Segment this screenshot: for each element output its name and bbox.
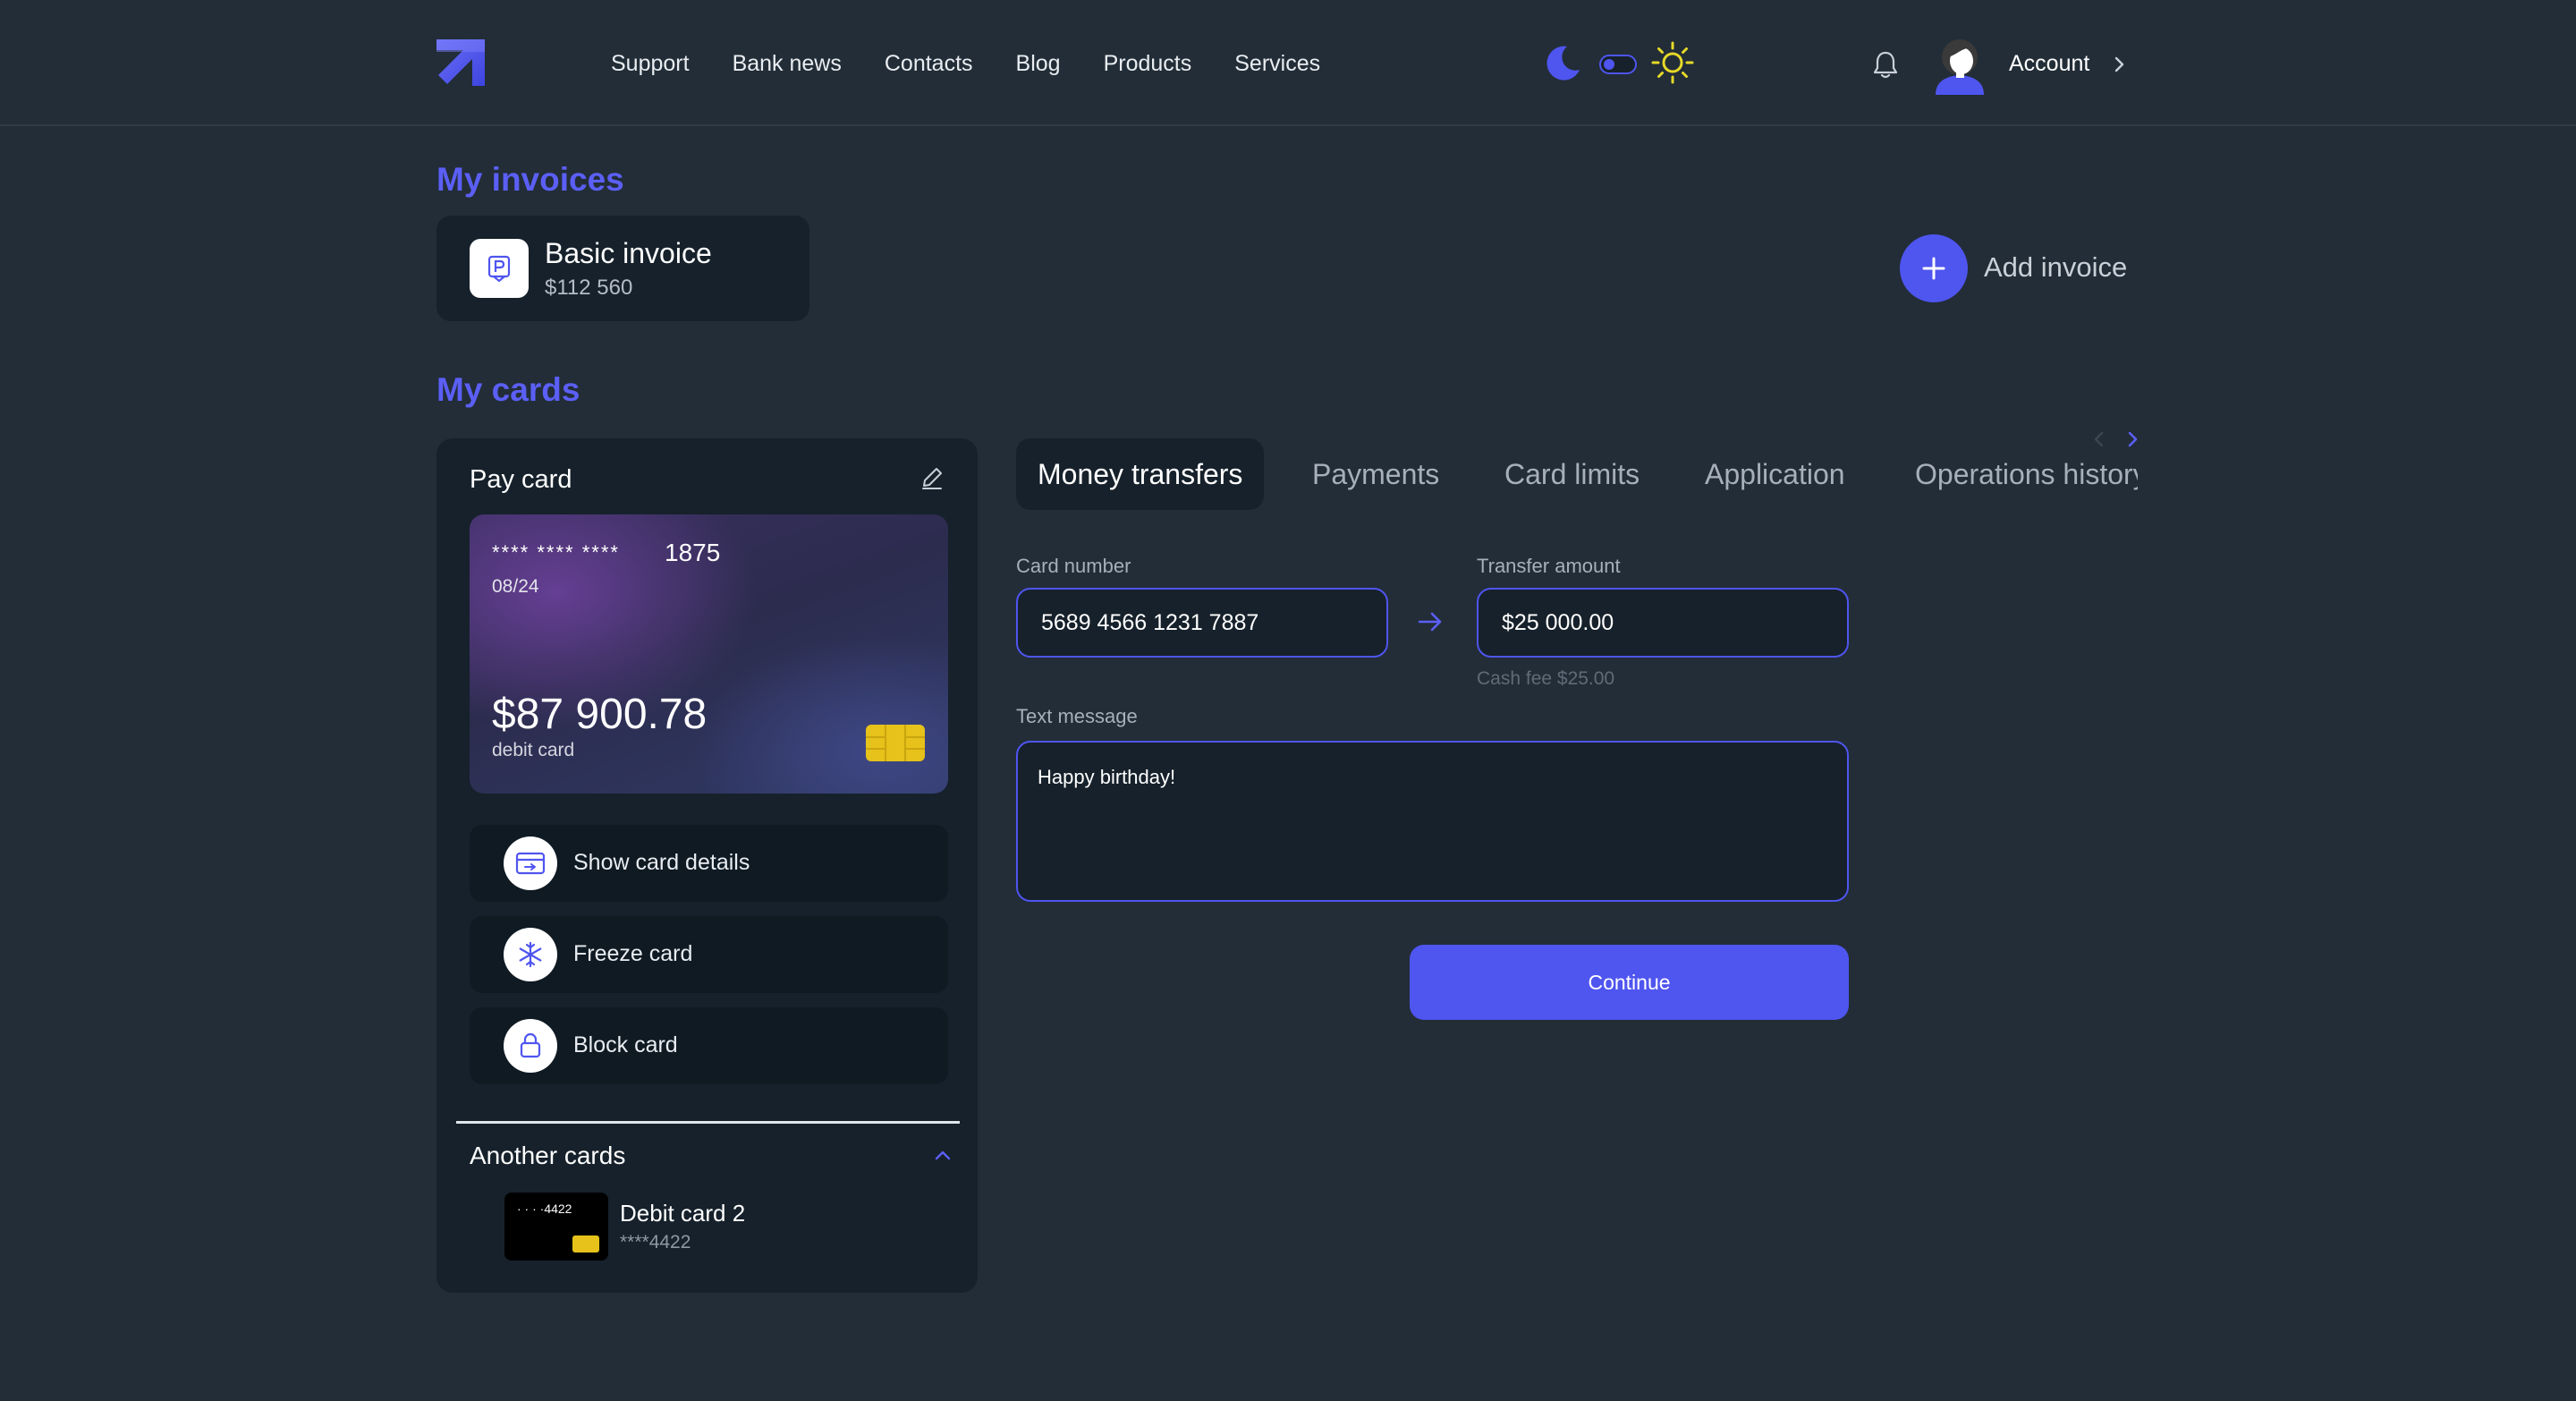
card-chip-icon: [866, 725, 925, 761]
nav-bank-news[interactable]: Bank news: [733, 48, 842, 79]
cash-fee-note: Cash fee $25.00: [1477, 668, 1615, 689]
tab-operations-history[interactable]: Operations history: [1915, 438, 2138, 510]
other-card-name[interactable]: Debit card 2: [620, 1200, 745, 1227]
main-nav: Support Bank news Contacts Blog Products…: [611, 48, 1320, 79]
theme-switcher: [1544, 41, 1694, 86]
card-expiry: 08/24: [492, 576, 539, 597]
top-header: Support Bank news Contacts Blog Products…: [0, 0, 2576, 126]
pay-card-visual[interactable]: **** **** **** 1875 08/24 $87 900.78 deb…: [470, 514, 948, 794]
another-cards-title[interactable]: Another cards: [470, 1142, 625, 1170]
bell-icon[interactable]: [1872, 50, 1899, 79]
card-last-digits: 1875: [665, 539, 721, 566]
tab-card-limits[interactable]: Card limits: [1504, 438, 1640, 510]
nav-products[interactable]: Products: [1104, 48, 1192, 79]
tab-payments[interactable]: Payments: [1312, 438, 1439, 510]
other-card-number: ****4422: [620, 1232, 691, 1252]
snowflake-icon: [504, 928, 557, 981]
tabs-bar: Money transfers Payments Card limits App…: [1016, 438, 2138, 510]
invoice-icon: [470, 239, 529, 298]
card-panel: Pay card **** **** **** 1875 08/24 $87 9…: [436, 438, 978, 1293]
show-card-details-button[interactable]: Show card details: [470, 825, 948, 902]
banking-dashboard: Support Bank news Contacts Blog Products…: [0, 0, 2576, 1401]
nav-services[interactable]: Services: [1234, 48, 1320, 79]
text-message-input[interactable]: Happy birthday!: [1016, 741, 1849, 902]
invoice-name: Basic invoice: [545, 237, 712, 269]
theme-toggle[interactable]: [1599, 55, 1637, 74]
plus-icon: [1922, 257, 1945, 280]
section-divider: [456, 1121, 960, 1124]
block-card-label: Block card: [573, 1032, 678, 1057]
card-number-input[interactable]: [1016, 588, 1388, 658]
mini-card-number: · · · ·4422: [517, 1201, 572, 1216]
card-chip-icon: [572, 1235, 599, 1252]
arrow-right-icon: [1418, 612, 1442, 632]
nav-contacts[interactable]: Contacts: [885, 48, 973, 79]
card-balance: $87 900.78: [492, 691, 708, 738]
card-details-icon: [504, 836, 557, 890]
tab-application[interactable]: Application: [1705, 438, 1845, 510]
account-link[interactable]: Account: [2009, 51, 2089, 77]
transfer-amount-input[interactable]: [1477, 588, 1849, 658]
nav-blog[interactable]: Blog: [1016, 48, 1061, 79]
mini-card-thumbnail[interactable]: · · · ·4422: [504, 1193, 608, 1261]
chevron-up-icon[interactable]: [934, 1149, 952, 1161]
lock-icon: [504, 1019, 557, 1073]
moon-icon[interactable]: [1544, 43, 1583, 82]
card-number-mask: **** **** ****: [492, 541, 620, 564]
pay-card-title: Pay card: [470, 465, 572, 494]
invoice-amount: $112 560: [545, 276, 633, 300]
sun-icon[interactable]: [1651, 41, 1694, 84]
show-card-details-label: Show card details: [573, 850, 750, 875]
avatar[interactable]: [1932, 36, 1987, 95]
card-type: debit card: [492, 740, 575, 760]
text-message-label: Text message: [1016, 705, 1138, 727]
bank-logo-icon[interactable]: [436, 39, 485, 86]
add-invoice-button[interactable]: [1900, 234, 1968, 302]
continue-button[interactable]: Continue: [1410, 945, 1849, 1020]
freeze-card-button[interactable]: Freeze card: [470, 916, 948, 993]
nav-support[interactable]: Support: [611, 48, 690, 79]
block-card-button[interactable]: Block card: [470, 1007, 948, 1084]
card-number-label: Card number: [1016, 555, 1131, 577]
chevron-right-icon[interactable]: [2114, 55, 2126, 73]
transfer-amount-label: Transfer amount: [1477, 555, 1621, 577]
invoices-title: My invoices: [436, 161, 624, 198]
cards-title: My cards: [436, 371, 580, 408]
invoice-card[interactable]: Basic invoice $112 560: [436, 216, 809, 321]
toggle-knob: [1604, 59, 1614, 70]
freeze-card-label: Freeze card: [573, 941, 693, 966]
add-invoice-label[interactable]: Add invoice: [1984, 251, 2127, 284]
pencil-icon[interactable]: [919, 465, 945, 490]
tab-money-transfers[interactable]: Money transfers: [1016, 438, 1265, 510]
